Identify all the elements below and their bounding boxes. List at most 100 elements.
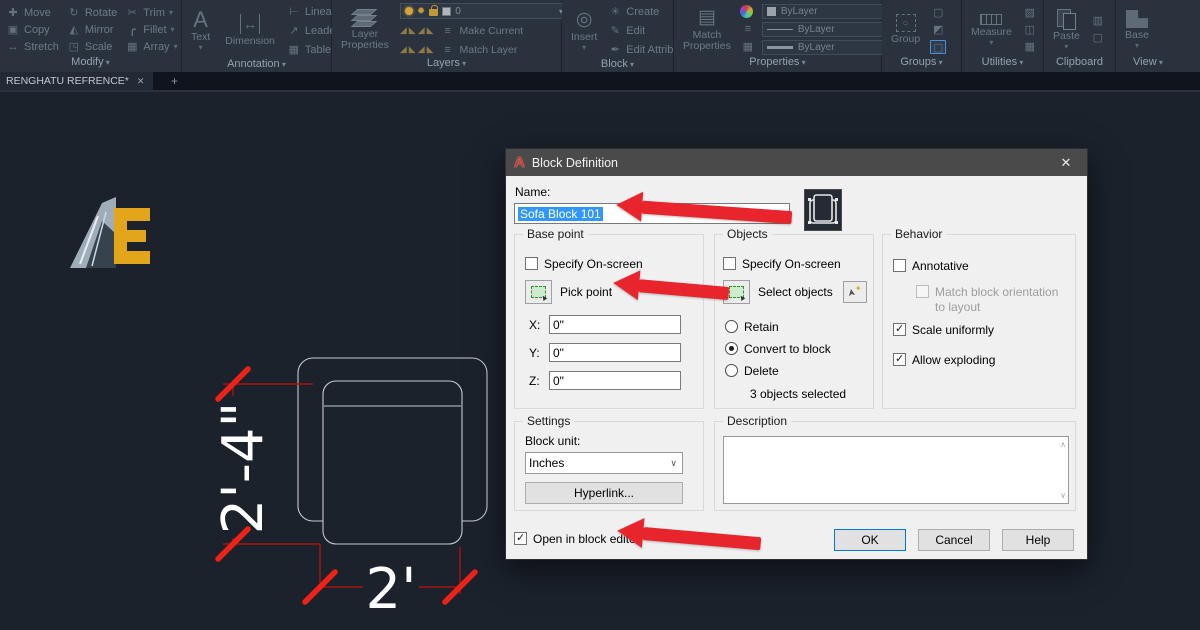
layer-properties-button[interactable]: Layer Properties: [338, 9, 392, 51]
layer-on-icon: [404, 7, 413, 15]
allow-exploding-label: Allow exploding: [912, 353, 996, 367]
group-button[interactable]: ○ Group: [888, 14, 923, 45]
tool-move[interactable]: Move: [6, 4, 59, 21]
pick-point-button[interactable]: [525, 280, 552, 304]
trim-icon: [125, 7, 139, 19]
paste-button[interactable]: Paste ▾: [1050, 9, 1083, 51]
cut-icon[interactable]: [1090, 14, 1106, 28]
array-icon: [125, 41, 139, 53]
layer-color-swatch: [442, 6, 452, 16]
match-orientation-checkbox[interactable]: [916, 285, 929, 298]
convert-to-block-radio[interactable]: [725, 342, 738, 355]
hyperlink-button[interactable]: Hyperlink...: [525, 482, 683, 504]
match-layer-icon: [441, 44, 455, 56]
ungroup-icon[interactable]: [930, 6, 946, 20]
chevron-down-icon: ▾: [173, 42, 178, 51]
allow-exploding-checkbox[interactable]: [893, 352, 906, 366]
z-input[interactable]: 0": [549, 371, 681, 390]
panel-label-groups[interactable]: Groups: [882, 56, 961, 72]
quick-select-icon[interactable]: [1022, 23, 1038, 37]
color-wheel-icon[interactable]: [739, 5, 753, 18]
quick-select-button[interactable]: ➤ ✦: [843, 281, 867, 303]
objects-specify-onscreen-checkbox[interactable]: [723, 257, 736, 270]
dimension-tool-button[interactable]: Dimension: [222, 14, 278, 47]
chevron-down-icon: ▾: [1064, 42, 1069, 51]
y-input[interactable]: 0": [549, 343, 681, 362]
scroll-up-icon[interactable]: ∧: [1060, 440, 1066, 449]
rotate-icon: [67, 7, 81, 19]
tool-array[interactable]: Array▾: [125, 38, 177, 55]
panel-label-clipboard[interactable]: Clipboard: [1044, 56, 1115, 72]
base-button[interactable]: Base ▾: [1122, 10, 1152, 50]
ribbon-panel-properties: Match Properties ByLayer ▾ ByLayer ▾: [674, 0, 932, 72]
convert-to-block-label: Convert to block: [744, 342, 831, 356]
lineweight-icon[interactable]: [740, 22, 756, 36]
panel-label-block[interactable]: Block: [562, 58, 673, 72]
panel-label-modify[interactable]: Modify: [0, 56, 181, 72]
make-current-row[interactable]: ◢◣◢◣ Make Current: [400, 23, 568, 38]
block-unit-label: Block unit:: [525, 434, 581, 448]
group-selection-icon[interactable]: [930, 39, 947, 54]
color-swatch: [766, 7, 776, 16]
tool-trim[interactable]: Trim▾: [125, 4, 177, 21]
panel-label-view[interactable]: View: [1116, 56, 1180, 72]
linear-icon: [287, 6, 301, 18]
description-textarea[interactable]: ∧ ∨: [723, 436, 1069, 504]
pick-point-label: Pick point: [560, 285, 613, 299]
ribbon-panel-groups: ○ Group Groups: [882, 0, 962, 72]
file-tab[interactable]: RENGHATU REFRENCE* ✕: [0, 72, 154, 90]
tool-mirror[interactable]: Mirror: [67, 21, 117, 38]
tool-stretch[interactable]: Stretch: [6, 38, 59, 55]
ribbon-panel-annotation: A Text ▾ Dimension Linear▾ Leader▾ Table…: [182, 0, 347, 72]
measure-button[interactable]: Measure ▾: [968, 13, 1015, 46]
copy-clip-icon[interactable]: [1090, 31, 1106, 45]
tool-copy[interactable]: Copy: [6, 21, 59, 38]
close-tab-icon[interactable]: ✕: [137, 76, 145, 87]
group-edit-icon[interactable]: [930, 23, 946, 37]
base-specify-onscreen-checkbox[interactable]: [525, 257, 538, 270]
delete-radio[interactable]: [725, 364, 738, 377]
chevron-down-icon: ▾: [170, 25, 175, 34]
scale-uniformly-checkbox[interactable]: [893, 322, 906, 336]
block-preview-icon: [808, 194, 838, 224]
ribbon-panel-block: Insert ▾ Create Edit Edit Attributes▾ Bl…: [562, 0, 702, 72]
match-layer-row[interactable]: ◢◣◢◣ Match Layer: [400, 42, 568, 57]
quick-calc-icon[interactable]: [1022, 40, 1038, 54]
text-tool-button[interactable]: A Text ▾: [188, 9, 213, 52]
block-unit-select[interactable]: Inches ∨: [525, 452, 683, 474]
ribbon-panel-layers: Layer Properties 0 ▾ ◢◣◢◣ Make Current: [332, 0, 568, 72]
chevron-down-icon: ▾: [582, 43, 587, 52]
panel-label-properties[interactable]: Properties: [674, 56, 881, 72]
new-tab-button[interactable]: +: [161, 72, 187, 90]
ok-button[interactable]: OK: [834, 529, 906, 551]
dialog-close-button[interactable]: ✕: [1045, 149, 1087, 176]
group-icon: ○: [895, 14, 916, 32]
annotative-checkbox[interactable]: [893, 259, 906, 272]
layer-dropdown[interactable]: 0 ▾: [399, 3, 568, 19]
help-button[interactable]: Help: [1002, 529, 1074, 551]
tool-rotate[interactable]: Rotate: [67, 4, 117, 21]
match-properties-button[interactable]: Match Properties: [680, 8, 734, 52]
open-in-block-editor-checkbox[interactable]: [514, 531, 527, 545]
scroll-down-icon[interactable]: ∨: [1060, 491, 1066, 500]
base-view-icon: [1125, 10, 1148, 28]
sofa-drawing: 2'-4" 2': [211, 357, 488, 622]
cancel-button[interactable]: Cancel: [918, 529, 990, 551]
ribbon-panel-utilities: Measure ▾ Utilities: [962, 0, 1044, 72]
panel-label-utilities[interactable]: Utilities: [962, 56, 1043, 72]
ribbon-panel-view: Base ▾ View: [1116, 0, 1180, 72]
retain-radio[interactable]: [725, 320, 738, 333]
panel-label-annotation[interactable]: Annotation: [182, 58, 331, 72]
panel-label-layers[interactable]: Layers: [332, 57, 561, 72]
transparency-icon[interactable]: [740, 40, 756, 54]
id-point-icon[interactable]: [1022, 6, 1038, 20]
tool-fillet[interactable]: Fillet▾: [125, 21, 177, 38]
create-block-icon: [608, 6, 622, 18]
objects-group: Objects Specify On-screen Select objects…: [714, 227, 874, 409]
insert-button[interactable]: Insert ▾: [568, 10, 600, 52]
tool-scale[interactable]: Scale: [67, 38, 117, 55]
x-input[interactable]: 0": [549, 315, 681, 334]
cursor-icon: ➤: [846, 286, 859, 298]
dialog-title-bar[interactable]: A Block Definition: [506, 149, 1087, 176]
block-preview-thumbnail: [804, 189, 842, 231]
